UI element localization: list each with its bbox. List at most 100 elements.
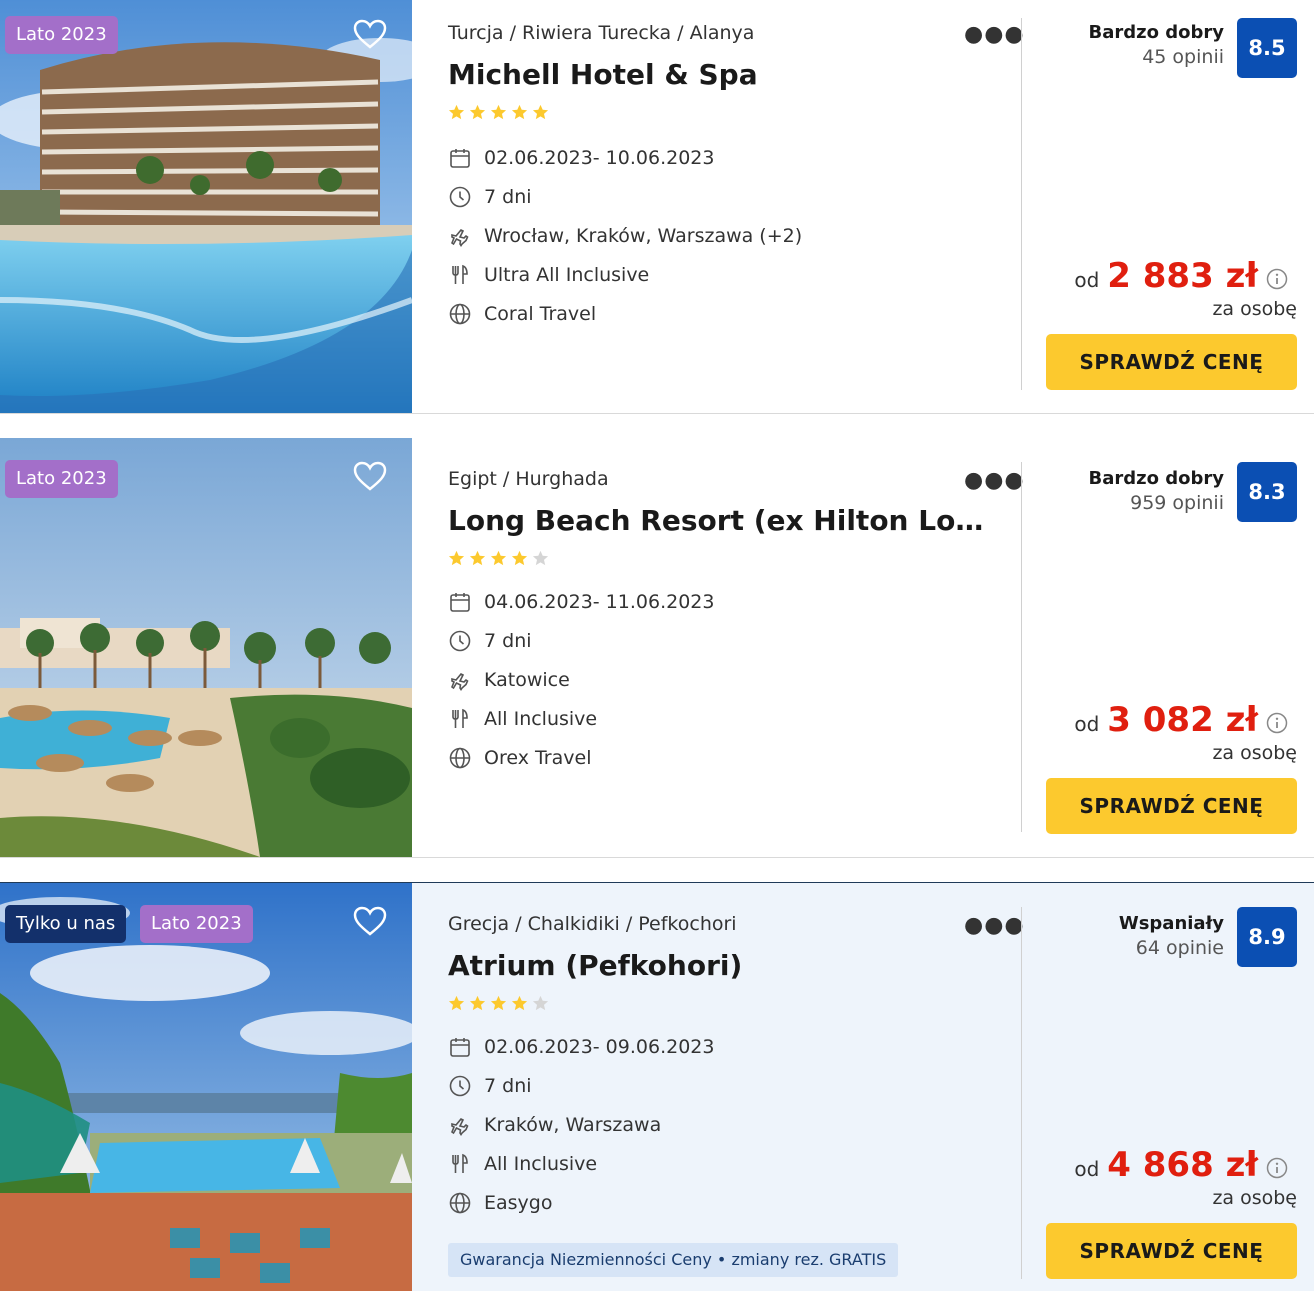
hotel-name[interactable]: Michell Hotel & Spa xyxy=(448,58,988,91)
offer-card[interactable]: Tylko u nas Lato 2023 Grecja / Chalkidik… xyxy=(0,882,1314,1291)
info-operator: Orex Travel xyxy=(448,746,591,770)
price-suffix: za osobę xyxy=(1212,1187,1297,1209)
offer-card[interactable]: Lato 2023 Egipt / Hurghada ●●● Long Beac… xyxy=(0,438,1314,858)
board-text: All Inclusive xyxy=(484,708,598,730)
info-operator: Coral Travel xyxy=(448,302,596,326)
calendar-icon xyxy=(450,149,470,168)
heart-icon[interactable] xyxy=(352,18,388,50)
star-icon xyxy=(490,995,507,1011)
departure-text[interactable]: Katowice xyxy=(484,669,570,691)
operator-text: Orex Travel xyxy=(484,747,592,769)
info-duration: 7 dni xyxy=(448,629,532,653)
star-icon xyxy=(448,995,465,1011)
info-duration: 7 dni xyxy=(448,185,532,209)
info-board: All Inclusive xyxy=(448,707,597,731)
plane-icon xyxy=(451,673,469,691)
globe-icon xyxy=(449,303,471,325)
rating-count[interactable]: 959 opinii xyxy=(1130,492,1224,514)
plane-icon xyxy=(451,229,469,247)
rating-label: Bardzo dobry xyxy=(1088,22,1224,43)
price-value: 3 082 zł xyxy=(1107,700,1258,740)
card-divider xyxy=(1021,907,1022,1279)
price-suffix: za osobę xyxy=(1212,742,1297,764)
departure-text[interactable]: Kraków, Warszawa xyxy=(484,1114,661,1136)
star-icon xyxy=(490,104,507,120)
price-prefix: od xyxy=(1074,712,1100,736)
info-board: Ultra All Inclusive xyxy=(448,263,649,287)
price-prefix: od xyxy=(1074,1157,1100,1181)
duration-text: 7 dni xyxy=(484,630,532,652)
hotel-location[interactable]: Turcja / Riwiera Turecka / Alanya xyxy=(448,22,754,44)
check-price-button[interactable]: SPRAWDŹ CENĘ xyxy=(1046,1223,1297,1279)
hotel-location[interactable]: Egipt / Hurghada xyxy=(448,468,609,490)
price-value: 2 883 zł xyxy=(1107,256,1258,296)
price-value: 4 868 zł xyxy=(1107,1145,1258,1185)
duration-text: 7 dni xyxy=(484,186,532,208)
globe-icon xyxy=(449,1192,471,1214)
departure-text[interactable]: Wrocław, Kraków, Warszawa (+2) xyxy=(484,225,802,247)
clock-icon xyxy=(449,1075,471,1097)
dates-text: 02.06.2023- 09.06.2023 xyxy=(484,1036,715,1058)
star-icon xyxy=(469,104,486,120)
offer-card[interactable]: Lato 2023 Turcja / Riwiera Turecka / Ala… xyxy=(0,0,1314,414)
hotel-stars xyxy=(448,995,549,1012)
badge-tylko-u-nas: Tylko u nas xyxy=(5,905,127,943)
rating-label: Wspaniały xyxy=(1118,913,1224,934)
board-text: All Inclusive xyxy=(484,1153,598,1175)
more-icon[interactable]: ●●● xyxy=(964,22,1025,47)
hotel-photo[interactable] xyxy=(0,438,412,857)
star-icon xyxy=(511,104,528,120)
more-icon[interactable]: ●●● xyxy=(964,913,1025,938)
info-icon[interactable] xyxy=(1266,268,1288,290)
hotel-stars xyxy=(448,550,549,567)
info-icon[interactable] xyxy=(1266,712,1288,734)
hotel-photo[interactable] xyxy=(0,0,412,413)
hotel-stars xyxy=(448,104,549,121)
dates-text: 02.06.2023- 10.06.2023 xyxy=(484,147,715,169)
cutlery-icon xyxy=(452,708,468,728)
star-icon xyxy=(490,550,507,566)
heart-icon[interactable] xyxy=(352,905,388,937)
dates-text: 04.06.2023- 11.06.2023 xyxy=(484,591,715,613)
badge-lato-2023: Lato 2023 xyxy=(5,460,118,498)
price-prefix: od xyxy=(1074,268,1100,292)
card-divider xyxy=(1021,18,1022,390)
calendar-icon xyxy=(450,1038,470,1057)
rating-count[interactable]: 45 opinii xyxy=(1142,46,1224,68)
clock-icon xyxy=(449,630,471,652)
price-suffix: za osobę xyxy=(1212,298,1297,320)
info-operator: Easygo xyxy=(448,1191,552,1215)
rating-score: 8.3 xyxy=(1237,462,1297,522)
more-icon[interactable]: ●●● xyxy=(964,468,1025,493)
duration-text: 7 dni xyxy=(484,1075,532,1097)
board-text: Ultra All Inclusive xyxy=(484,264,650,286)
info-dates: 02.06.2023- 09.06.2023 xyxy=(448,1035,714,1059)
star-icon xyxy=(532,550,549,566)
star-icon xyxy=(469,550,486,566)
price-row: od 4 868 zł xyxy=(1074,1145,1288,1185)
star-icon xyxy=(511,550,528,566)
rating-label: Bardzo dobry xyxy=(1088,468,1224,489)
calendar-icon xyxy=(450,593,470,612)
plane-icon xyxy=(451,1118,469,1136)
hotel-name[interactable]: Long Beach Resort (ex Hilton Long Be... xyxy=(448,504,988,537)
rating-count[interactable]: 64 opinie xyxy=(1136,937,1224,959)
rating-score: 8.5 xyxy=(1237,18,1297,78)
check-price-button[interactable]: SPRAWDŹ CENĘ xyxy=(1046,778,1297,834)
card-divider xyxy=(1021,462,1022,832)
info-dates: 04.06.2023- 11.06.2023 xyxy=(448,590,714,614)
check-price-button[interactable]: SPRAWDŹ CENĘ xyxy=(1046,334,1297,390)
price-guarantee-badge[interactable]: Gwarancja Niezmienności Ceny • zmiany re… xyxy=(448,1243,899,1277)
heart-icon[interactable] xyxy=(352,460,388,492)
star-icon xyxy=(448,550,465,566)
cutlery-icon xyxy=(452,264,468,284)
hotel-location[interactable]: Grecja / Chalkidiki / Pefkochori xyxy=(448,913,737,935)
globe-icon xyxy=(449,747,471,769)
hotel-photo[interactable] xyxy=(0,883,412,1291)
operator-text: Easygo xyxy=(484,1192,553,1214)
badge-lato-2023: Lato 2023 xyxy=(5,16,118,54)
hotel-name[interactable]: Atrium (Pefkohori) xyxy=(448,949,988,982)
star-icon xyxy=(469,995,486,1011)
info-icon[interactable] xyxy=(1266,1157,1288,1179)
price-row: od 2 883 zł xyxy=(1074,256,1288,296)
